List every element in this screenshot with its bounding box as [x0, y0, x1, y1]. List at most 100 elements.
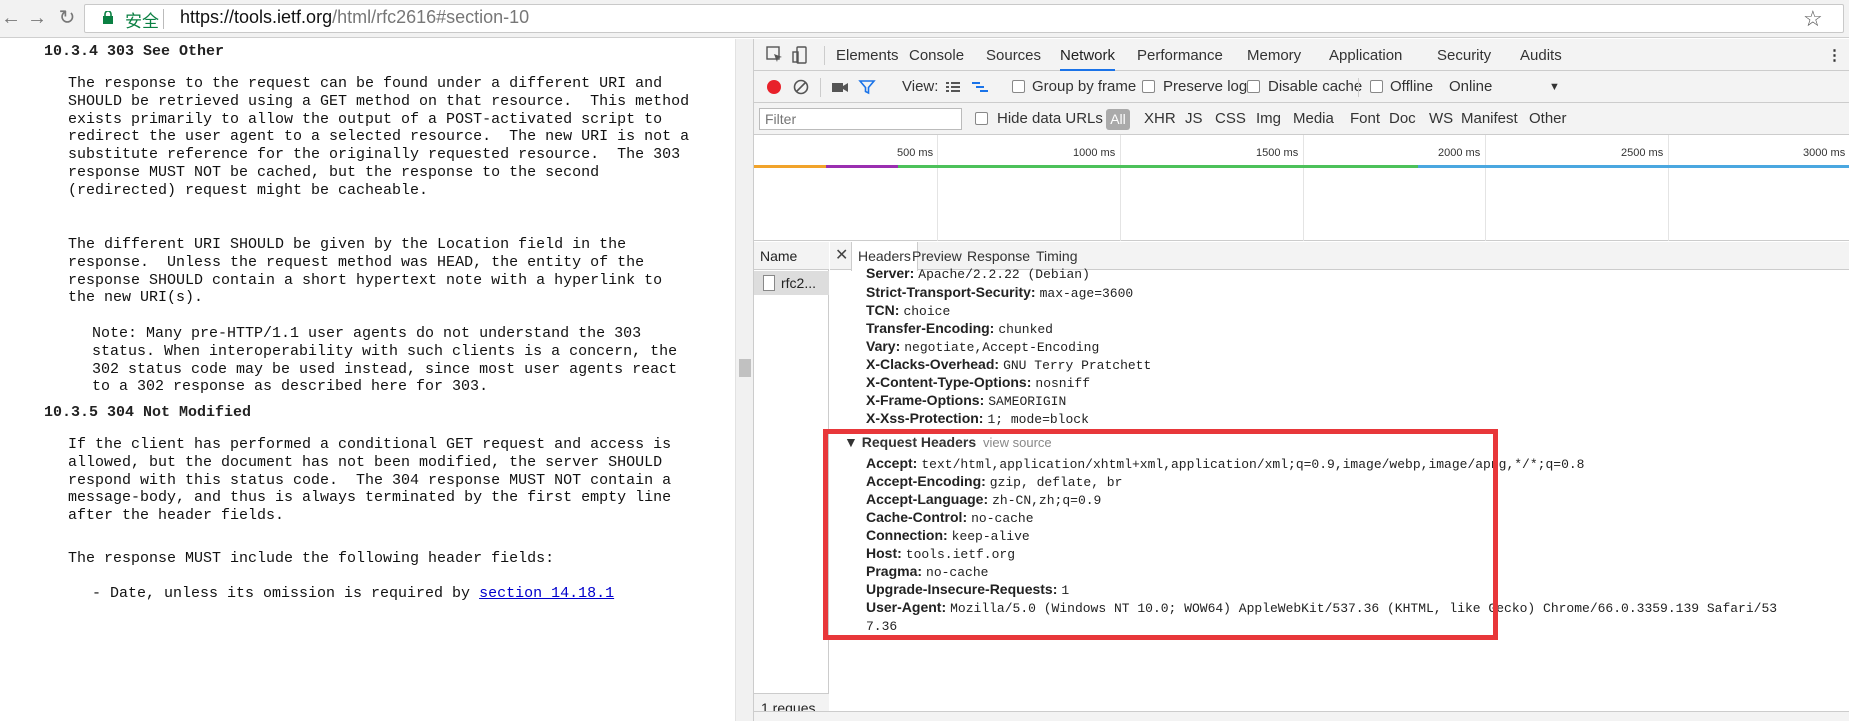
group-by-frame-checkbox[interactable] [1012, 80, 1025, 93]
tab-sources[interactable]: Sources [986, 39, 1041, 71]
timeline-tick: 500 ms [897, 147, 934, 159]
filter-funnel-icon[interactable] [858, 78, 876, 96]
request-header-row: Pragma: no-cache [866, 562, 988, 582]
throttling-select[interactable]: Online [1449, 71, 1492, 103]
filter-type-media[interactable]: Media [1293, 103, 1334, 135]
view-source-link[interactable]: view source [983, 435, 1052, 450]
request-header-row: Upgrade-Insecure-Requests: 1 [866, 580, 1069, 600]
tab-console[interactable]: Console [909, 39, 964, 71]
tab-memory[interactable]: Memory [1247, 39, 1301, 71]
record-icon[interactable] [765, 78, 783, 96]
tab-application[interactable]: Application [1329, 39, 1402, 71]
more-menu-icon[interactable]: ⋮ [1827, 39, 1842, 71]
header-name: Transfer-Encoding: [866, 320, 995, 336]
browser-toolbar: ← → ↻ 安全 https://tools.ietf.org/html/rfc… [0, 0, 1849, 38]
devtools-tabbar: Elements Console Sources Network Perform… [754, 39, 1849, 71]
toolbar-divider [820, 78, 821, 97]
group-by-frame-label[interactable]: Group by frame [1032, 71, 1136, 103]
header-name: Upgrade-Insecure-Requests: [866, 581, 1058, 597]
tab-audits[interactable]: Audits [1520, 39, 1562, 71]
chevron-down-icon[interactable]: ▼ [1549, 71, 1560, 103]
device-toolbar-icon[interactable] [792, 46, 810, 64]
devtools-panel: Elements Console Sources Network Perform… [753, 39, 1849, 721]
heading-303: 10.3.4 303 See Other [44, 43, 225, 60]
offline-checkbox[interactable] [1370, 80, 1383, 93]
timeline-tick: 1500 ms [1256, 147, 1299, 159]
header-value: SAMEORIGIN [988, 394, 1067, 409]
header-value: choice [903, 304, 951, 319]
header-value: nosniff [1035, 376, 1090, 391]
filter-type-css[interactable]: CSS [1215, 103, 1246, 135]
response-header-row: X-Frame-Options: SAMEORIGIN [866, 391, 1066, 411]
offline-label[interactable]: Offline [1390, 71, 1433, 103]
filter-input[interactable] [759, 108, 962, 130]
header-value: keep-alive [951, 529, 1030, 544]
scroll-thumb[interactable] [739, 359, 751, 377]
star-icon[interactable]: ☆ [1803, 6, 1823, 32]
filter-type-img[interactable]: Img [1256, 103, 1281, 135]
header-value: gzip, deflate, br [989, 475, 1123, 490]
document-icon [763, 275, 775, 291]
url-text[interactable]: https://tools.ietf.org/html/rfc2616#sect… [180, 7, 529, 28]
header-value: 1 [1061, 583, 1070, 598]
header-value: tools.ietf.org [905, 547, 1015, 562]
inspect-icon[interactable] [766, 46, 784, 64]
tab-network[interactable]: Network [1060, 39, 1116, 71]
response-header-row: X-Clacks-Overhead: GNU Terry Pratchett [866, 355, 1151, 375]
preserve-log-checkbox[interactable] [1142, 80, 1155, 93]
preserve-log-label[interactable]: Preserve log [1163, 71, 1247, 103]
forward-icon[interactable]: → [26, 7, 48, 29]
header-value: no-cache [926, 565, 989, 580]
filter-type-js[interactable]: JS [1185, 103, 1203, 135]
network-overview-timeline[interactable]: 500 ms 1000 ms 1500 ms 2000 ms 2500 ms 3… [754, 135, 1849, 241]
hide-data-urls-label[interactable]: Hide data URLs [997, 103, 1103, 135]
request-headers-section[interactable]: ▼ Request Headers [844, 434, 976, 450]
response-header-row: Transfer-Encoding: chunked [866, 319, 1053, 339]
note-303: Note: Many pre-HTTP/1.1 user agents do n… [92, 325, 678, 396]
column-header-name[interactable]: Name [754, 242, 829, 270]
disable-cache-label[interactable]: Disable cache [1268, 71, 1362, 103]
request-header-row: User-Agent: Mozilla/5.0 (Windows NT 10.0;… [866, 598, 1777, 618]
hide-data-urls-checkbox[interactable] [975, 112, 988, 125]
screenshot-camera-icon[interactable] [831, 78, 849, 96]
filter-type-manifest[interactable]: Manifest [1461, 103, 1518, 135]
tab-elements[interactable]: Elements [836, 39, 899, 71]
disable-cache-checkbox[interactable] [1247, 80, 1260, 93]
back-icon[interactable]: ← [0, 7, 22, 29]
filter-type-all[interactable]: All [1106, 109, 1130, 130]
response-header-row: X-Content-Type-Options: nosniff [866, 373, 1090, 393]
section-link[interactable]: section 14.18.1 [479, 585, 614, 602]
waterfall-icon[interactable] [971, 78, 989, 96]
request-row[interactable]: rfc2... [754, 271, 829, 295]
filter-type-ws[interactable]: WS [1429, 103, 1453, 135]
header-value: Mozilla/5.0 (Windows NT 10.0; WOW64) App… [950, 601, 1778, 616]
timeline-gridline [1668, 135, 1669, 241]
devtools-statusbar [754, 711, 1849, 721]
view-label: View: [902, 78, 939, 95]
filter-type-font[interactable]: Font [1350, 103, 1380, 135]
tab-security[interactable]: Security [1437, 39, 1491, 71]
header-name: Accept-Encoding: [866, 473, 986, 489]
request-headers-title: Request Headers [861, 434, 977, 450]
page-scrollbar[interactable] [735, 39, 753, 721]
close-icon[interactable]: ✕ [835, 242, 848, 270]
header-name: Strict-Transport-Security: [866, 284, 1036, 300]
header-name: Cache-Control: [866, 509, 968, 525]
timeline-bar-receive [1418, 165, 1849, 168]
timeline-tick: 3000 ms [1803, 147, 1846, 159]
timeline-gridline [1485, 135, 1486, 241]
filter-type-doc[interactable]: Doc [1389, 103, 1416, 135]
tab-performance[interactable]: Performance [1137, 39, 1223, 71]
header-name: User-Agent: [866, 599, 947, 615]
timeline-bar-waiting [754, 165, 826, 168]
header-value: GNU Terry Pratchett [1003, 358, 1152, 373]
filter-type-xhr[interactable]: XHR [1144, 103, 1176, 135]
large-rows-icon[interactable] [944, 78, 962, 96]
request-header-row: Cache-Control: no-cache [866, 508, 1034, 528]
filter-type-other[interactable]: Other [1529, 103, 1567, 135]
reload-icon[interactable]: ↻ [56, 7, 78, 29]
timeline-gridline [937, 135, 938, 241]
url-divider [163, 9, 164, 29]
header-name: TCN: [866, 302, 900, 318]
clear-icon[interactable] [792, 78, 810, 96]
